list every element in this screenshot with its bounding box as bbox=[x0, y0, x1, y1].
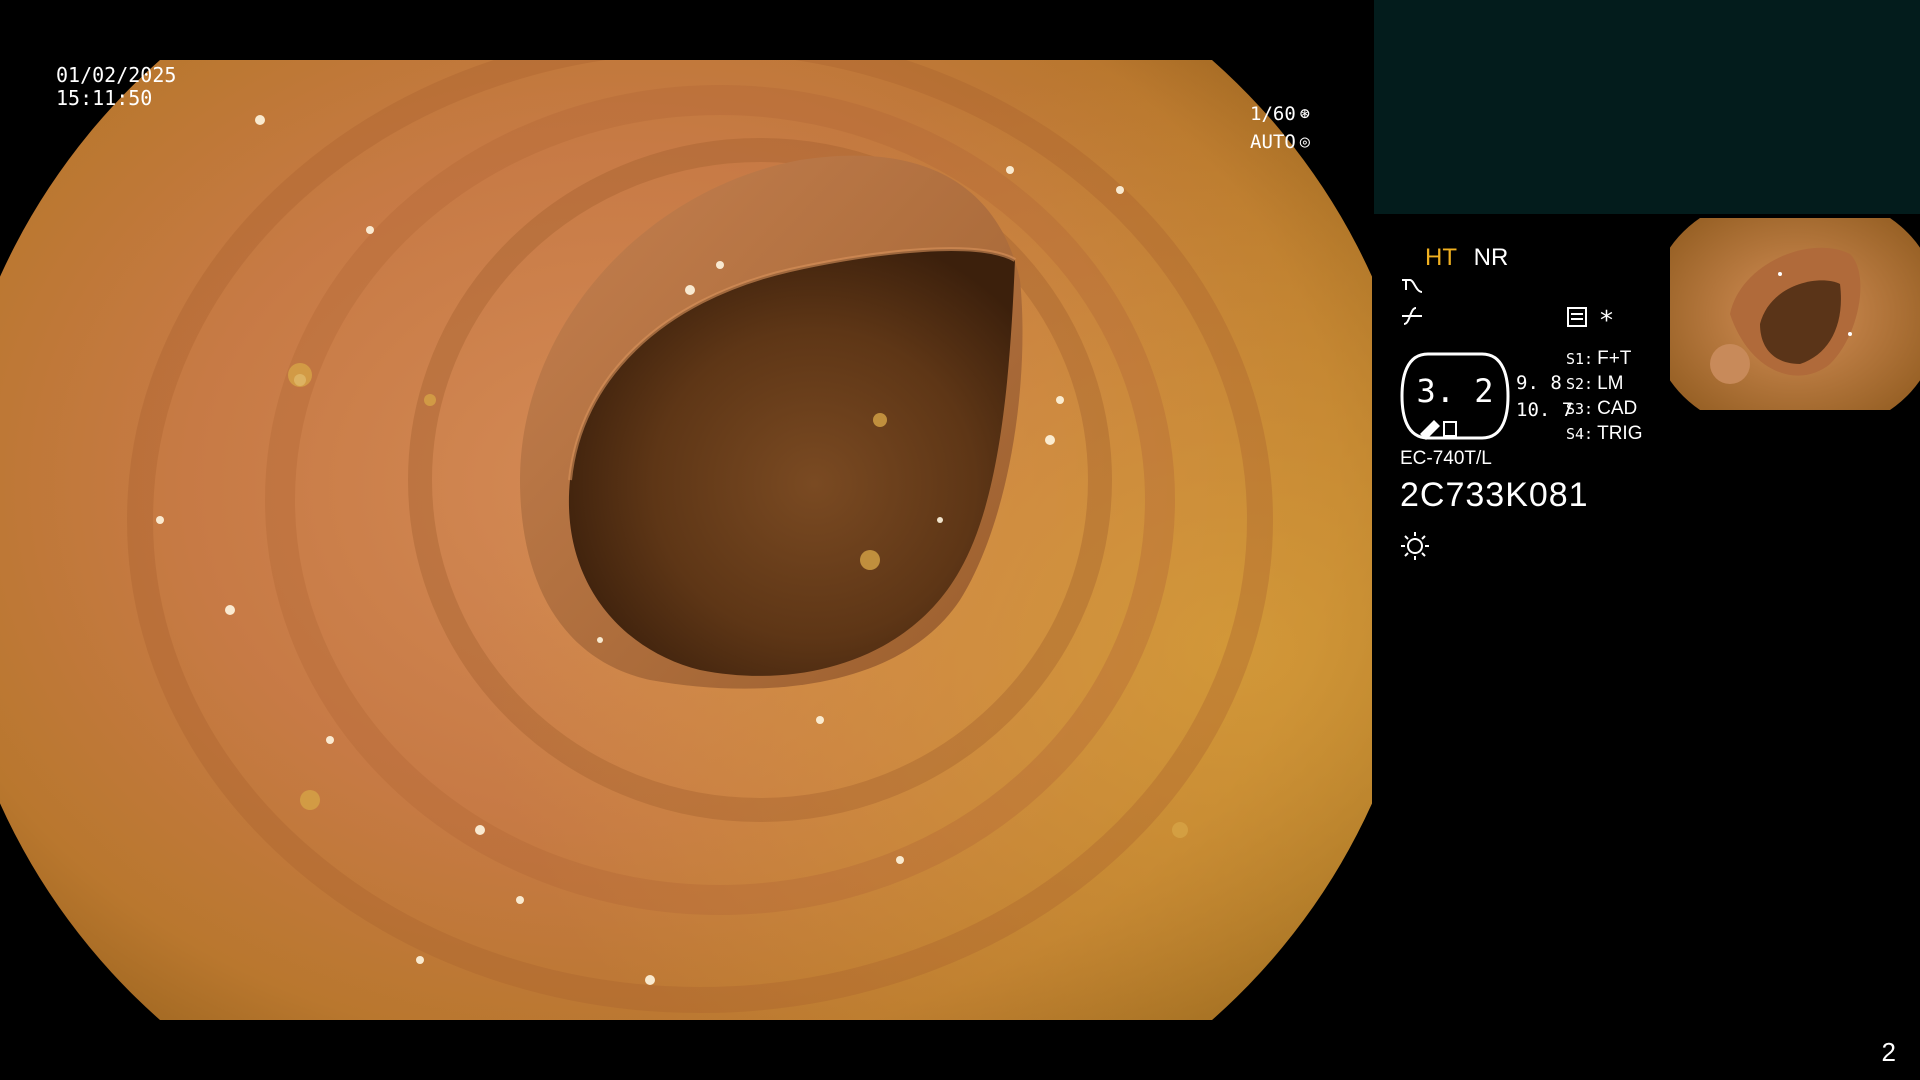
exam-datetime: 01/02/2025 15:11:50 bbox=[56, 64, 176, 110]
endoscopy-screen: 01/02/2025 15:11:50 1/60 ⊛ AUTO ◎ HT NR bbox=[0, 0, 1920, 1080]
zoom-range: 9. 8 10. 7 bbox=[1516, 370, 1573, 424]
asterisk-icon: * bbox=[1600, 306, 1613, 336]
iris-mode: AUTO bbox=[1250, 131, 1296, 153]
record-icon bbox=[1566, 306, 1588, 334]
endoscope-live-view: 01/02/2025 15:11:50 1/60 ⊛ AUTO ◎ bbox=[0, 0, 1372, 1080]
shutter-row: 1/60 ⊛ bbox=[1250, 100, 1310, 128]
secondary-display-area bbox=[1374, 0, 1920, 214]
noise-reduction: NR bbox=[1473, 244, 1509, 271]
brightness-icon bbox=[1400, 530, 1430, 566]
shutter-speed: 1/60 bbox=[1250, 103, 1296, 125]
exposure-settings: 1/60 ⊛ AUTO ◎ bbox=[1250, 100, 1310, 156]
scope-serial: 2C733K081 bbox=[1400, 476, 1589, 514]
switch-4: S4: TRIG bbox=[1566, 423, 1643, 444]
enhancement-mode: HT bbox=[1425, 244, 1457, 271]
switch-3: S3: CAD bbox=[1566, 398, 1638, 419]
endoscopic-image bbox=[0, 60, 1372, 1020]
image-enhancement-status: HT NR bbox=[1425, 244, 1508, 272]
zoom-value: 3. 2 bbox=[1416, 372, 1494, 410]
scope-switch-assignments: S1: F+T S2: LM S3: CAD S4: TRIG bbox=[1566, 348, 1642, 448]
exam-date: 01/02/2025 bbox=[56, 63, 177, 87]
exam-time: 15:11:50 bbox=[56, 86, 153, 110]
zoom-lower: 10. 7 bbox=[1516, 399, 1574, 421]
iris-icon: ◎ bbox=[1299, 132, 1311, 152]
switch-2: S2: LM bbox=[1566, 373, 1624, 394]
switch-1: S1: F+T bbox=[1566, 348, 1632, 369]
scope-model: EC-740T/L bbox=[1400, 448, 1492, 469]
aperture-icon: ⊛ bbox=[1299, 104, 1311, 124]
structure-enhancement-icon bbox=[1400, 274, 1426, 302]
page-number: 2 bbox=[1881, 1037, 1896, 1067]
iris-row: AUTO ◎ bbox=[1250, 128, 1310, 156]
zoom-upper: 9. 8 bbox=[1516, 372, 1562, 394]
zoom-indicator: 3. 2 bbox=[1400, 350, 1510, 442]
color-enhancement-icon bbox=[1400, 304, 1426, 334]
captured-frame-thumbnail[interactable] bbox=[1670, 214, 1920, 414]
